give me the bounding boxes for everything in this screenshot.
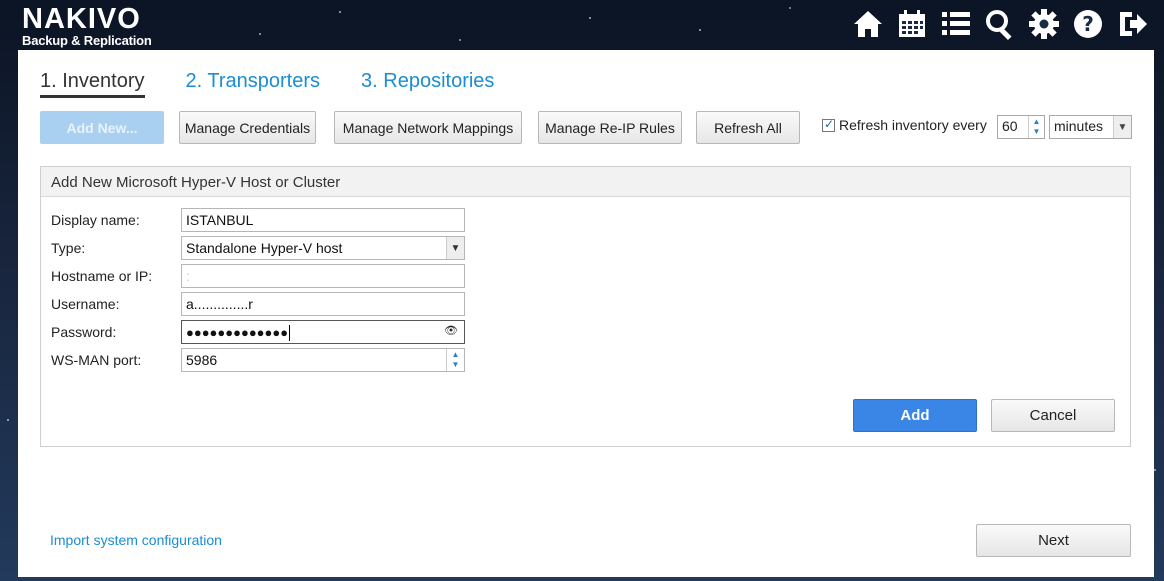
username-field[interactable]: a..............r bbox=[181, 292, 465, 316]
hostname-row: Hostname or IP: : bbox=[51, 264, 465, 288]
refresh-interval-value: 60 bbox=[1002, 118, 1018, 134]
username-value: a..............r bbox=[186, 296, 253, 312]
hostname-label: Hostname or IP: bbox=[51, 268, 153, 284]
username-row: Username: a..............r bbox=[51, 292, 465, 316]
inventory-toolbar: Add New... Manage Credentials Manage Net… bbox=[40, 111, 1132, 145]
add-hyperv-form: Add New Microsoft Hyper-V Host or Cluste… bbox=[40, 166, 1131, 447]
refresh-inventory-label: Refresh inventory every bbox=[839, 117, 987, 133]
hostname-field[interactable]: : bbox=[181, 264, 465, 288]
display-name-value: ISTANBUL bbox=[186, 212, 254, 228]
refresh-inventory-option: Refresh inventory every bbox=[822, 117, 987, 133]
chevron-down-icon[interactable]: ▼ bbox=[1113, 116, 1131, 138]
manage-reip-rules-button[interactable]: Manage Re-IP Rules bbox=[538, 111, 682, 144]
type-label: Type: bbox=[51, 240, 86, 256]
search-icon[interactable] bbox=[982, 6, 1018, 42]
wizard-steps: 1. Inventory 2. Transporters 3. Reposito… bbox=[40, 70, 494, 98]
password-value: ●●●●●●●●●●●●● bbox=[186, 325, 289, 340]
step-repositories[interactable]: 3. Repositories bbox=[361, 70, 494, 98]
import-configuration-link[interactable]: Import system configuration bbox=[50, 532, 222, 548]
logo-tagline: Backup & Replication bbox=[22, 33, 152, 48]
gear-icon[interactable] bbox=[1026, 6, 1062, 42]
wsman-port-value: 5986 bbox=[186, 352, 218, 368]
password-field[interactable]: ●●●●●●●●●●●●● 👁 bbox=[181, 320, 465, 344]
spinner-arrows-icon[interactable]: ▲ ▼ bbox=[1028, 116, 1044, 138]
wsman-port-row: WS-MAN port: 5986 ▲ ▼ bbox=[51, 348, 465, 372]
eye-icon[interactable]: 👁 bbox=[444, 324, 458, 337]
main-panel: 1. Inventory 2. Transporters 3. Reposito… bbox=[18, 50, 1154, 577]
type-select[interactable]: Standalone Hyper-V host ▼ bbox=[181, 236, 465, 260]
list-icon[interactable] bbox=[938, 6, 974, 42]
cancel-button[interactable]: Cancel bbox=[991, 399, 1115, 432]
type-row: Type: Standalone Hyper-V host ▼ bbox=[51, 236, 465, 260]
wsman-port-label: WS-MAN port: bbox=[51, 352, 142, 368]
next-button[interactable]: Next bbox=[976, 524, 1131, 557]
wsman-port-field[interactable]: 5986 ▲ ▼ bbox=[181, 348, 465, 372]
svg-text:?: ? bbox=[1082, 12, 1094, 36]
logo-name: NAKIVO bbox=[22, 3, 141, 35]
step-transporters[interactable]: 2. Transporters bbox=[186, 70, 321, 98]
logout-icon[interactable] bbox=[1114, 6, 1150, 42]
refresh-unit-select[interactable]: minutes ▼ bbox=[1049, 115, 1132, 139]
nakivo-logo: NAKIVO Backup & Replication bbox=[22, 4, 152, 48]
password-row: Password: ●●●●●●●●●●●●● 👁 bbox=[51, 320, 465, 344]
refresh-all-button[interactable]: Refresh All bbox=[696, 111, 800, 144]
manage-network-mappings-button[interactable]: Manage Network Mappings bbox=[334, 111, 522, 144]
calendar-icon[interactable] bbox=[894, 6, 930, 42]
spinner-arrows-icon[interactable]: ▲ ▼ bbox=[446, 349, 464, 371]
refresh-interval-input[interactable]: 60 ▲ ▼ bbox=[997, 115, 1045, 139]
type-value: Standalone Hyper-V host bbox=[186, 240, 343, 256]
add-new-button[interactable]: Add New... bbox=[40, 111, 164, 144]
text-cursor bbox=[289, 325, 291, 342]
top-nav-icons: ? bbox=[850, 6, 1150, 42]
chevron-down-icon[interactable]: ▼ bbox=[446, 237, 464, 259]
form-title: Add New Microsoft Hyper-V Host or Cluste… bbox=[41, 167, 1130, 197]
step-inventory[interactable]: 1. Inventory bbox=[40, 70, 145, 98]
refresh-inventory-checkbox[interactable] bbox=[822, 117, 835, 132]
manage-credentials-button[interactable]: Manage Credentials bbox=[179, 111, 316, 144]
refresh-unit-value: minutes bbox=[1054, 118, 1104, 134]
display-name-row: Display name: ISTANBUL bbox=[51, 208, 465, 232]
display-name-field[interactable]: ISTANBUL bbox=[181, 208, 465, 232]
display-name-label: Display name: bbox=[51, 212, 140, 228]
username-label: Username: bbox=[51, 296, 120, 312]
help-icon[interactable]: ? bbox=[1070, 6, 1106, 42]
hostname-value: : bbox=[186, 268, 190, 284]
password-label: Password: bbox=[51, 324, 117, 340]
home-icon[interactable] bbox=[850, 6, 886, 42]
add-button[interactable]: Add bbox=[853, 399, 977, 432]
